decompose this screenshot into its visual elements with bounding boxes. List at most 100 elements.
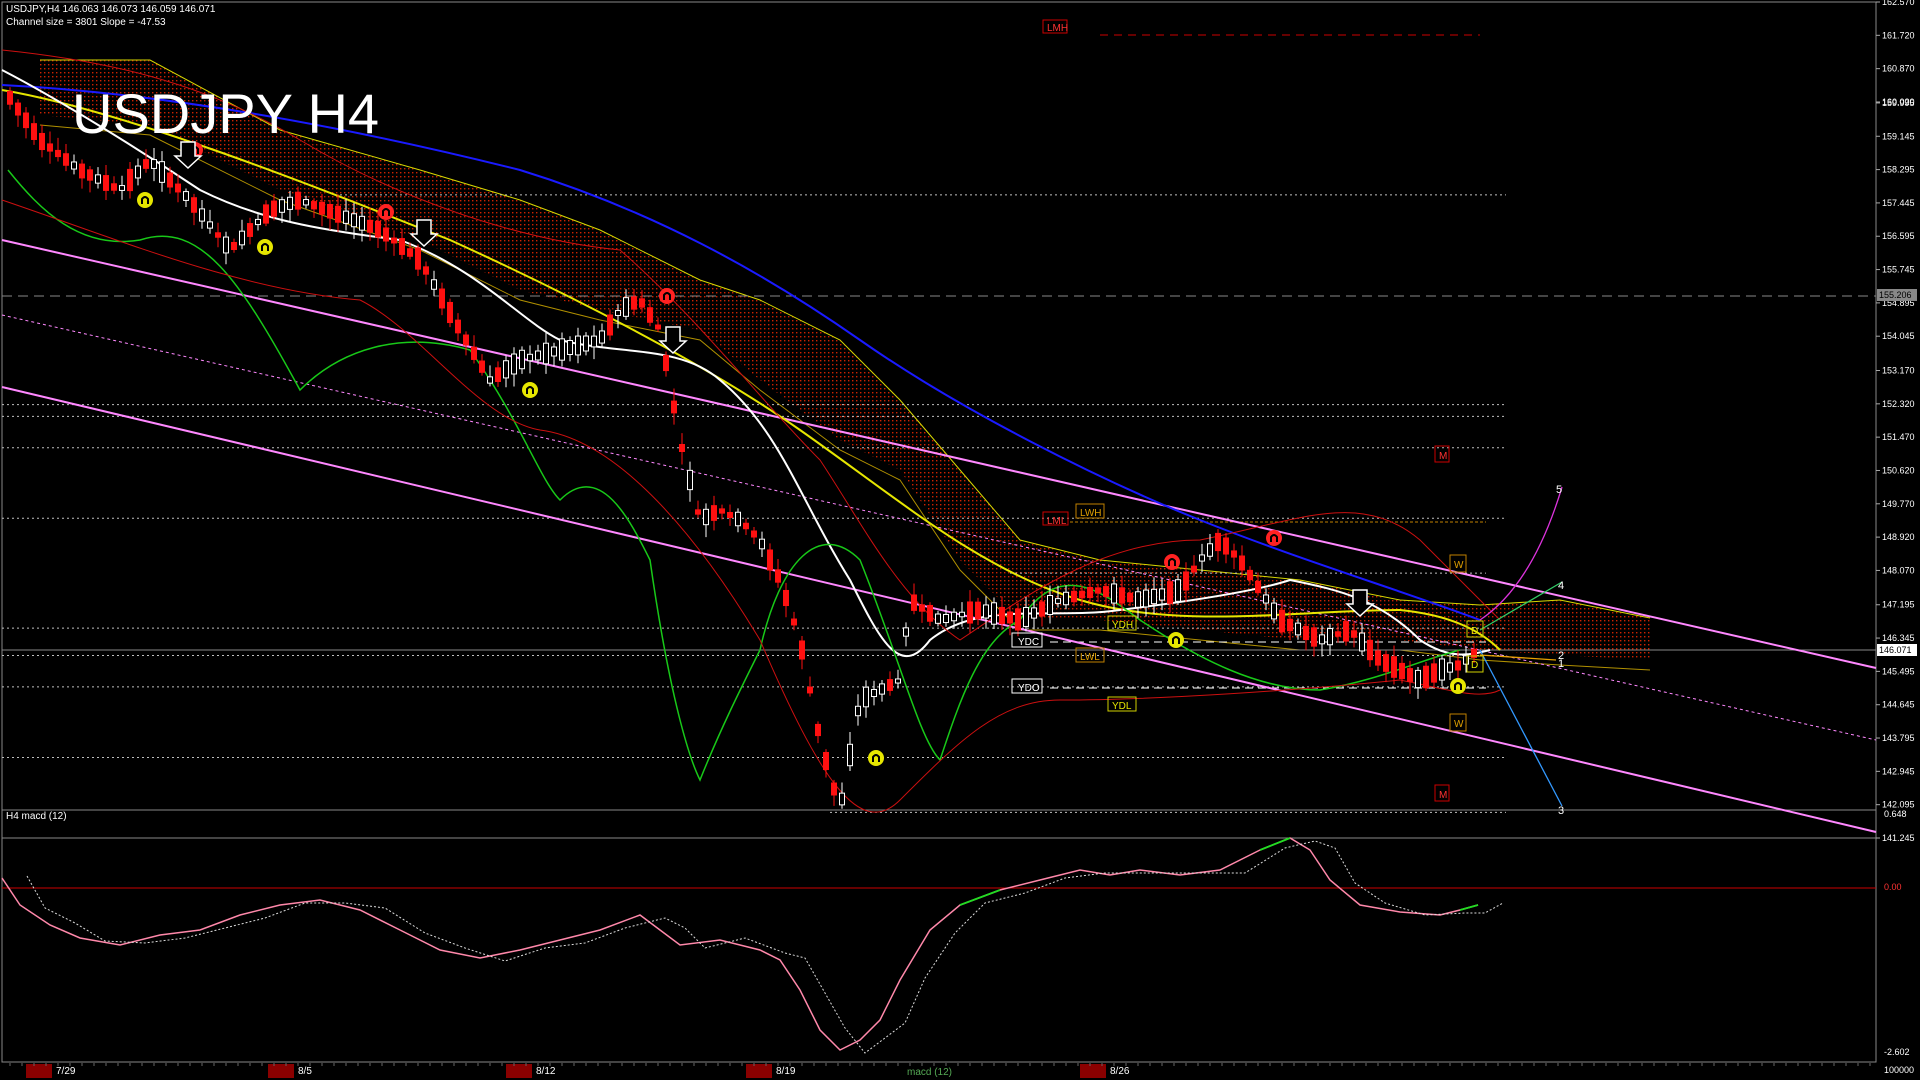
candle-bear	[423, 266, 429, 275]
price-tick-label: 147.195	[1882, 600, 1915, 610]
candle-bear	[1087, 586, 1093, 599]
candle-bear	[823, 751, 829, 771]
candle-bull	[1063, 591, 1069, 606]
macd-axis-footer: 100000	[1884, 1065, 1914, 1075]
candle-bull	[1463, 655, 1469, 665]
candle-bear	[1399, 662, 1405, 680]
candle-bear	[1191, 565, 1197, 573]
candle-bull	[991, 602, 997, 625]
marked-price-text: 155.206	[1879, 290, 1912, 300]
candle-bear	[647, 307, 653, 323]
candle-bear	[663, 354, 669, 372]
ydo-label: YDO	[1018, 683, 1040, 694]
candle-bear	[607, 314, 613, 336]
price-chart[interactable]: 162.570161.720160.870160.020159.995159.1…	[0, 0, 1920, 1080]
candle-bull	[207, 221, 213, 229]
candle-bull	[303, 199, 309, 206]
candle-bear	[39, 132, 45, 151]
candle-bear	[15, 102, 21, 116]
candle-bear	[631, 296, 637, 310]
candle-bull	[855, 705, 861, 717]
candle-bear	[1183, 571, 1189, 591]
fractal-marker	[522, 382, 538, 398]
candle-bear	[1215, 532, 1221, 552]
macd-axis-bottom: -2.602	[1884, 1047, 1910, 1057]
candle-bear	[7, 90, 13, 105]
w-label-top: W	[1454, 560, 1464, 571]
candle-bull	[959, 611, 965, 618]
candle-bull	[71, 161, 77, 170]
candle-bull	[359, 215, 365, 231]
candle-bull	[503, 360, 509, 379]
candle-bull	[255, 218, 261, 226]
candle-bear	[927, 604, 933, 622]
candle-bear	[1095, 587, 1101, 594]
fractal-marker	[1164, 554, 1180, 570]
candle-bear	[215, 232, 221, 238]
candle-bull	[623, 297, 629, 317]
price-tick-label: 146.345	[1882, 633, 1915, 643]
time-label-3: 8/19	[776, 1066, 796, 1077]
fractal-marker	[257, 239, 273, 255]
macd-line	[1, 837, 1479, 1051]
macd-rising-segment	[1459, 904, 1479, 911]
candle-bear	[495, 367, 501, 382]
candle-bull	[847, 743, 853, 767]
chart-window[interactable]: 162.570 161.720 160.870 160.020 159.995 159.1…	[0, 0, 1920, 1080]
candle-bear	[167, 172, 173, 188]
candle-bull	[279, 199, 285, 213]
lwh-label: LWH	[1080, 508, 1101, 519]
candle-bull	[559, 338, 565, 361]
candle-bull	[583, 335, 589, 352]
candle-bull	[687, 469, 693, 491]
candle-bear	[1311, 627, 1317, 647]
price-tick-label: 143.795	[1882, 733, 1915, 743]
sell-arrow-icon	[658, 326, 688, 355]
candle-bear	[415, 247, 421, 270]
price-tick-label: 152.320	[1882, 399, 1915, 409]
candle-bear	[1239, 555, 1245, 571]
price-tick-label: 157.445	[1882, 198, 1915, 208]
candle-bear	[711, 505, 717, 521]
candle-bull	[1151, 588, 1157, 605]
macd-rising-segment	[959, 889, 1001, 906]
candle-bear	[271, 200, 277, 217]
candle-bull	[1023, 607, 1029, 627]
price-tick-label: 159.995	[1882, 98, 1915, 108]
candle-bull	[839, 792, 845, 806]
fractal-marker	[1266, 530, 1282, 546]
d-label-bottom: D	[1471, 660, 1478, 671]
candle-bear	[719, 508, 725, 514]
projection-wave-5	[1479, 486, 1563, 621]
candle-bear	[791, 618, 797, 626]
candle-bull	[615, 310, 621, 316]
d-label-top: D	[1471, 626, 1478, 637]
price-axis: 162.570161.720160.870160.020159.995159.1…	[1876, 0, 1915, 843]
projection-wave-3	[1479, 649, 1563, 807]
candle-bear	[695, 509, 701, 515]
fractal-marker	[137, 192, 153, 208]
candle-bull	[95, 174, 101, 184]
candle-bear	[799, 640, 805, 660]
candle-bull	[759, 538, 765, 550]
candle-bear	[471, 346, 477, 360]
candle-bear	[727, 511, 733, 519]
price-tick-label: 155.745	[1882, 265, 1915, 275]
candle-bull	[527, 353, 533, 362]
candle-bull	[199, 208, 205, 222]
candle-bear	[1431, 663, 1437, 683]
macd-axis-zero: 0.00	[1884, 882, 1902, 892]
candle-bull	[511, 353, 517, 375]
candle-bull	[575, 335, 581, 356]
candle-bear	[1303, 625, 1309, 641]
price-tick-label: 141.245	[1882, 833, 1915, 843]
fractal-marker	[659, 288, 675, 304]
candle-bull	[519, 349, 525, 370]
candle-bear	[975, 601, 981, 620]
candle-bear	[1407, 668, 1413, 682]
price-tick-label: 144.645	[1882, 700, 1915, 710]
candle-bull	[1143, 589, 1149, 608]
candle-bear	[1223, 537, 1229, 555]
candle-bear	[1343, 621, 1349, 642]
candle-bear	[55, 149, 61, 158]
